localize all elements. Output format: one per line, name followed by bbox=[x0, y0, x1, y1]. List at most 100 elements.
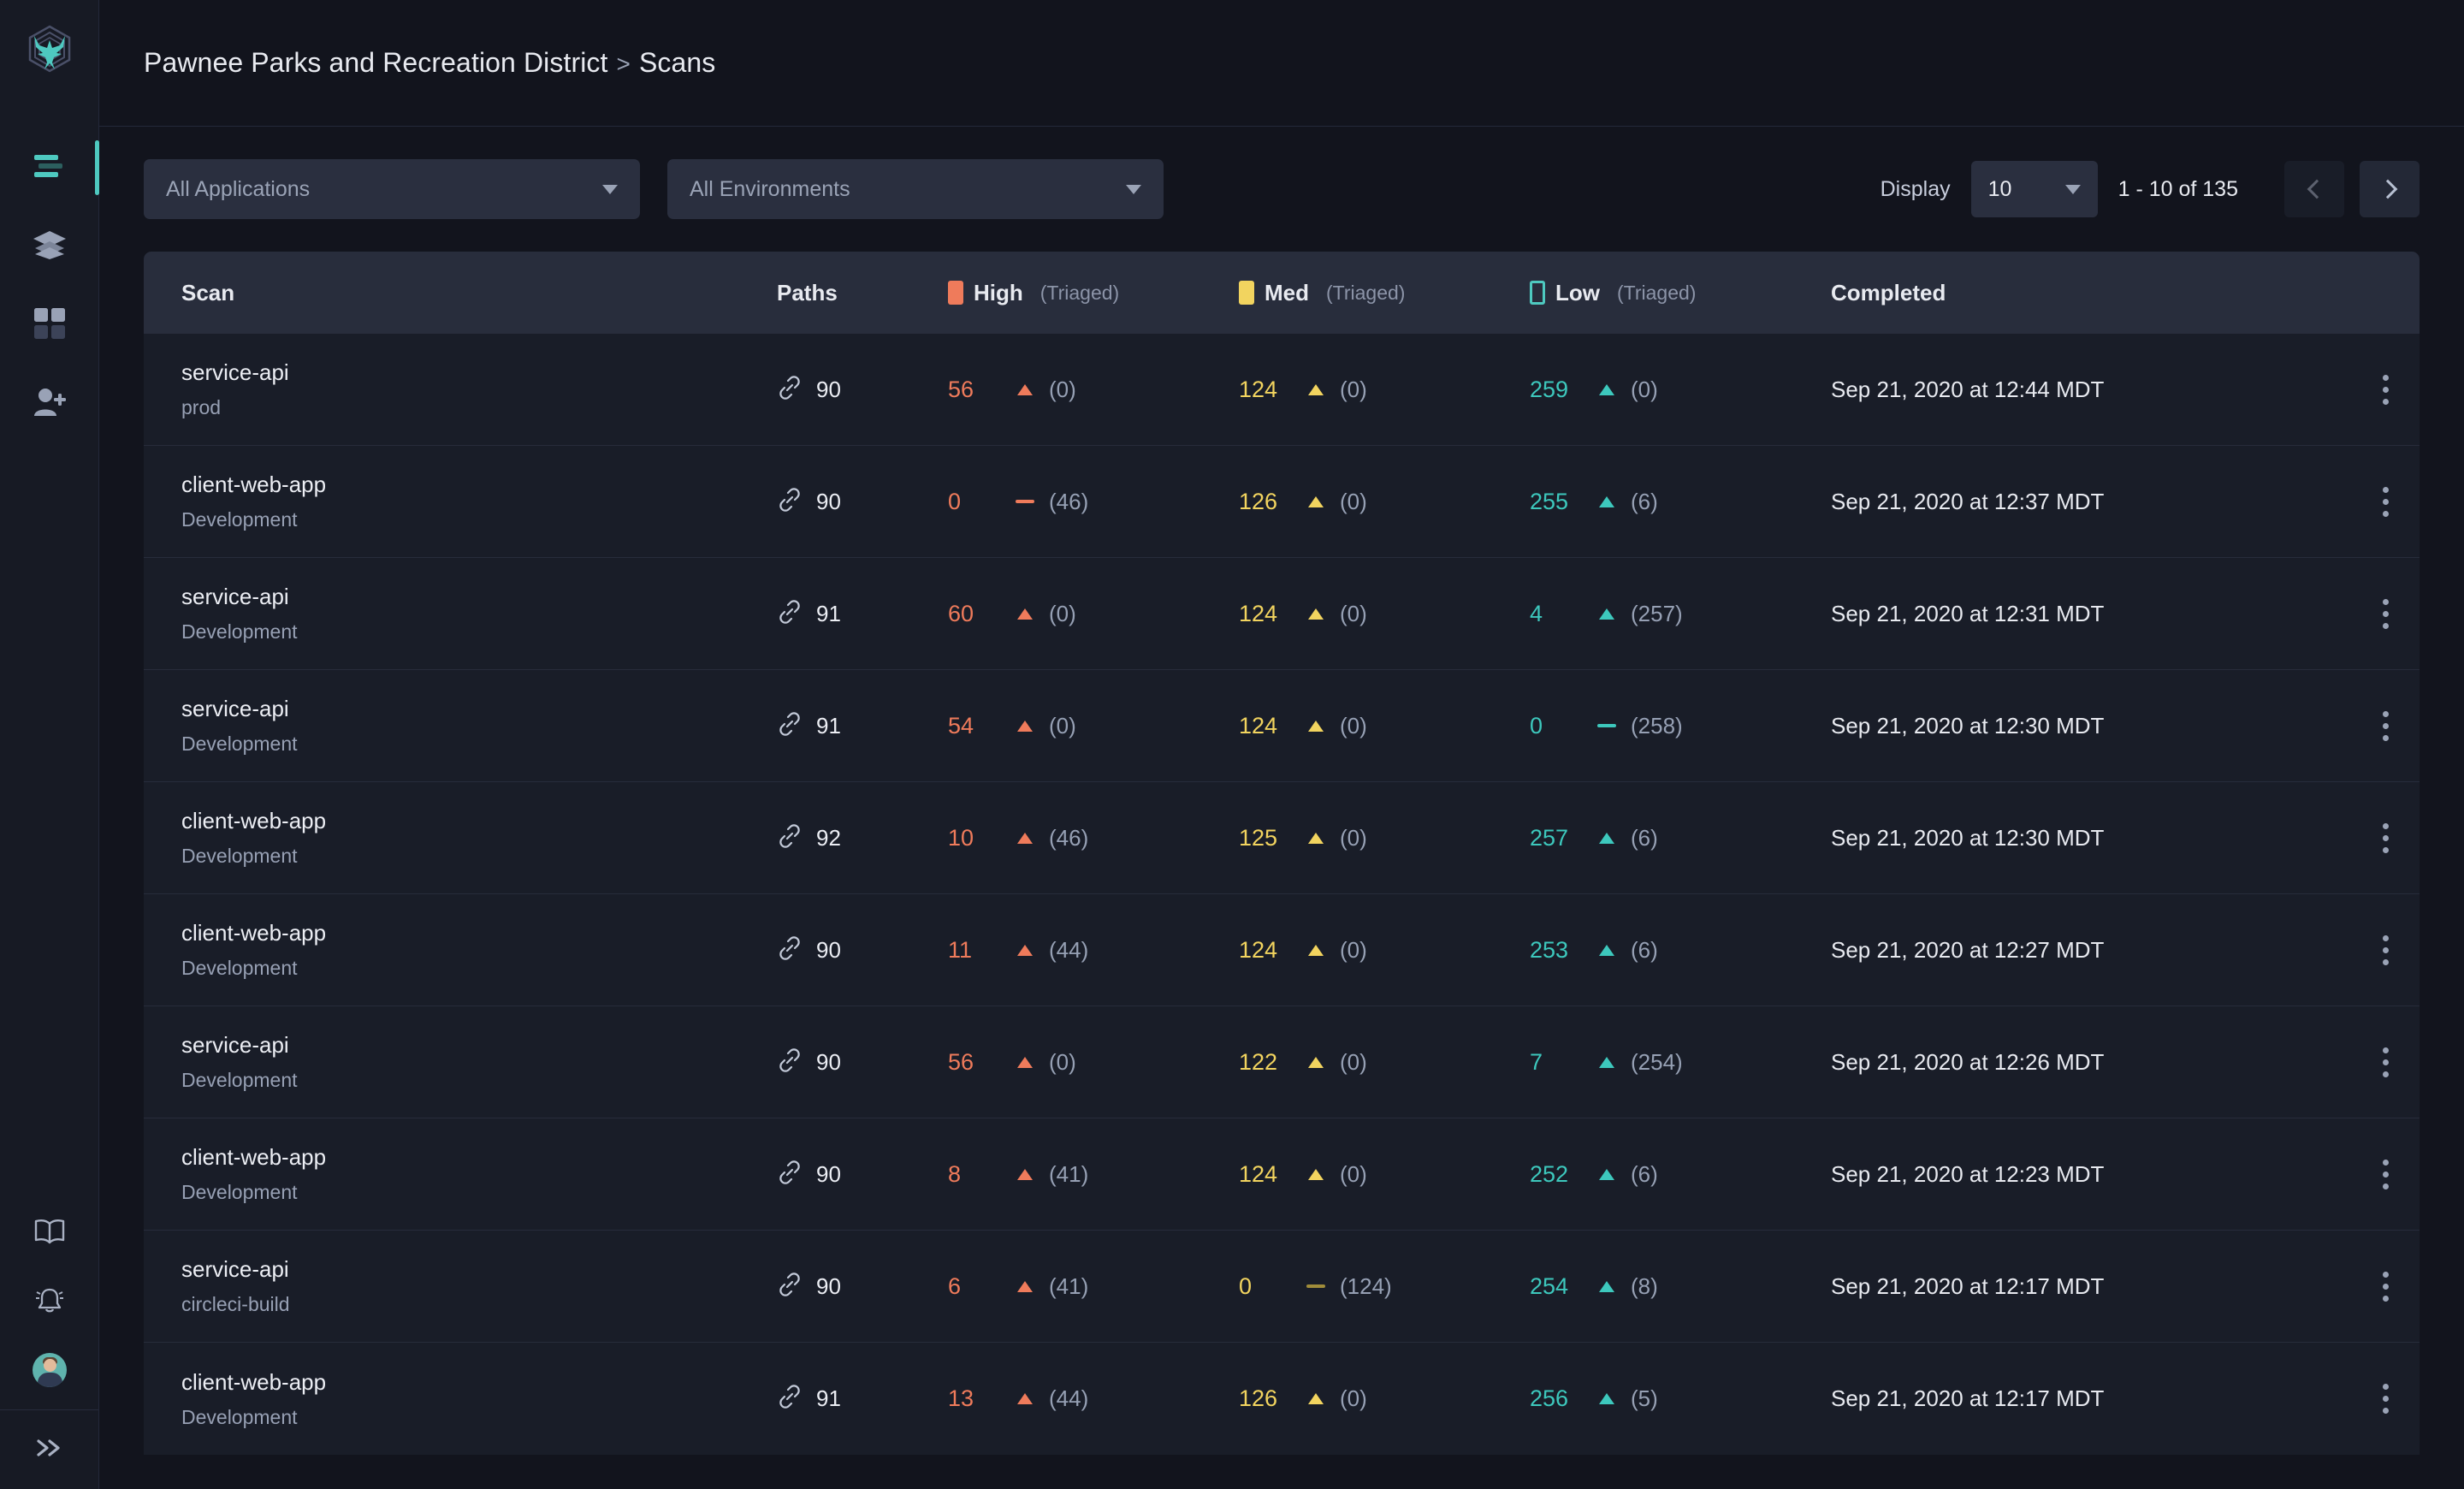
sidebar-item-applications[interactable] bbox=[0, 207, 98, 286]
completed-timestamp: Sep 21, 2020 at 12:31 MDT bbox=[1831, 600, 2105, 626]
table-row[interactable]: client-web-app Development 91 13 (44) 12… bbox=[144, 1343, 2420, 1455]
scan-name[interactable]: client-web-app bbox=[181, 1144, 777, 1171]
severity-low-swatch-icon bbox=[1530, 281, 1545, 305]
med-count: 126 bbox=[1239, 1385, 1278, 1411]
column-header-high[interactable]: High bbox=[974, 280, 1023, 306]
scan-name[interactable]: client-web-app bbox=[181, 472, 777, 498]
cell-scan: client-web-app Development bbox=[144, 1144, 777, 1204]
column-header-paths[interactable]: Paths bbox=[777, 280, 838, 306]
prev-page-button[interactable] bbox=[2284, 161, 2344, 217]
cell-low: 253 (6) bbox=[1530, 937, 1821, 964]
low-triaged-count: (6) bbox=[1631, 936, 1658, 963]
row-actions-button[interactable] bbox=[2351, 1384, 2420, 1414]
trend-up-icon bbox=[1308, 1168, 1324, 1180]
logo-wrap[interactable] bbox=[0, 0, 98, 101]
scan-name[interactable]: service-api bbox=[181, 1032, 777, 1059]
row-actions-button[interactable] bbox=[2351, 374, 2420, 405]
table-row[interactable]: client-web-app Development 90 11 (44) 12… bbox=[144, 894, 2420, 1006]
kebab-menu-icon bbox=[2382, 598, 2389, 629]
med-trend bbox=[1299, 1056, 1333, 1068]
breadcrumb-page: Scans bbox=[638, 47, 716, 78]
sidebar-item-documentation[interactable] bbox=[0, 1199, 98, 1267]
breadcrumb-org[interactable]: Pawnee Parks and Recreation District bbox=[144, 47, 608, 78]
table-row[interactable]: client-web-app Development 90 0 (46) 126… bbox=[144, 446, 2420, 558]
environment-filter-select[interactable]: All Environments bbox=[667, 159, 1164, 219]
sidebar-collapse-button[interactable] bbox=[0, 1410, 98, 1489]
cell-med: 124 (0) bbox=[1239, 601, 1530, 627]
med-trend bbox=[1299, 720, 1333, 732]
cell-med: 124 (0) bbox=[1239, 377, 1530, 403]
application-filter-select[interactable]: All Applications bbox=[144, 159, 640, 219]
row-actions-button[interactable] bbox=[2351, 1159, 2420, 1189]
sidebar-item-dashboard[interactable] bbox=[0, 286, 98, 365]
sidebar-item-profile[interactable] bbox=[0, 1336, 98, 1404]
column-header-low[interactable]: Low bbox=[1555, 280, 1600, 306]
sidebar-item-notifications[interactable] bbox=[0, 1267, 98, 1336]
scan-name[interactable]: client-web-app bbox=[181, 920, 777, 946]
trend-up-icon bbox=[1308, 383, 1324, 395]
scan-environment: Development bbox=[181, 1181, 298, 1203]
table-row[interactable]: service-api Development 91 54 (0) 124 (0… bbox=[144, 670, 2420, 782]
trend-up-icon bbox=[1308, 495, 1324, 507]
cell-completed: Sep 21, 2020 at 12:44 MDT bbox=[1821, 377, 2351, 403]
kebab-menu-icon bbox=[2382, 822, 2389, 853]
cell-high: 54 (0) bbox=[948, 713, 1239, 739]
scan-name[interactable]: service-api bbox=[181, 1256, 777, 1283]
row-actions-button[interactable] bbox=[2351, 1271, 2420, 1302]
scan-name[interactable]: service-api bbox=[181, 584, 777, 610]
trend-up-icon bbox=[1308, 944, 1324, 956]
row-actions-button[interactable] bbox=[2351, 1047, 2420, 1077]
row-actions-button[interactable] bbox=[2351, 486, 2420, 517]
trend-up-icon bbox=[1599, 495, 1614, 507]
scan-name[interactable]: client-web-app bbox=[181, 808, 777, 834]
low-trend bbox=[1590, 383, 1624, 395]
cell-scan: service-api Development bbox=[144, 696, 777, 756]
cell-high: 13 (44) bbox=[948, 1385, 1239, 1412]
link-icon bbox=[777, 823, 803, 853]
low-count: 4 bbox=[1530, 600, 1543, 626]
med-count: 122 bbox=[1239, 1048, 1278, 1075]
column-header-completed[interactable]: Completed bbox=[1831, 280, 1946, 306]
high-count: 6 bbox=[948, 1272, 962, 1299]
scan-name[interactable]: service-api bbox=[181, 696, 777, 722]
trend-up-icon bbox=[1017, 944, 1033, 956]
scan-environment: prod bbox=[181, 396, 222, 418]
trend-up-icon bbox=[1599, 944, 1614, 956]
cell-paths: 90 bbox=[777, 1047, 948, 1077]
table-row[interactable]: service-api Development 90 56 (0) 122 (0… bbox=[144, 1006, 2420, 1118]
low-count: 253 bbox=[1530, 936, 1569, 963]
trend-up-icon bbox=[1017, 720, 1033, 732]
table-row[interactable]: client-web-app Development 92 10 (46) 12… bbox=[144, 782, 2420, 894]
table-row[interactable]: client-web-app Development 90 8 (41) 124… bbox=[144, 1118, 2420, 1231]
high-triaged-count: (41) bbox=[1049, 1272, 1089, 1299]
low-triaged-count: (258) bbox=[1631, 712, 1683, 739]
med-count: 126 bbox=[1239, 488, 1278, 514]
high-triaged-count: (0) bbox=[1049, 376, 1076, 402]
scan-name[interactable]: client-web-app bbox=[181, 1369, 777, 1396]
table-row[interactable]: service-api circleci-build 90 6 (41) 0 (… bbox=[144, 1231, 2420, 1343]
link-icon bbox=[777, 1272, 803, 1302]
scan-name[interactable]: service-api bbox=[181, 359, 777, 386]
row-actions-button[interactable] bbox=[2351, 598, 2420, 629]
filters: All Applications All Environments bbox=[144, 159, 1164, 219]
table-row[interactable]: service-api Development 91 60 (0) 124 (0… bbox=[144, 558, 2420, 670]
kebab-menu-icon bbox=[2382, 1047, 2389, 1077]
column-header-scan[interactable]: Scan bbox=[181, 280, 234, 306]
link-icon bbox=[777, 935, 803, 965]
sidebar-item-users[interactable] bbox=[0, 365, 98, 443]
row-actions-button[interactable] bbox=[2351, 934, 2420, 965]
sidebar-item-scans[interactable] bbox=[0, 128, 99, 207]
page-size-select[interactable]: 10 bbox=[1970, 161, 2098, 217]
column-header-med[interactable]: Med bbox=[1265, 280, 1309, 306]
trend-up-icon bbox=[1017, 1393, 1033, 1404]
row-actions-button[interactable] bbox=[2351, 822, 2420, 853]
main-area: Pawnee Parks and Recreation District > Sca… bbox=[99, 0, 2464, 1489]
row-actions-button[interactable] bbox=[2351, 710, 2420, 741]
paths-count: 92 bbox=[816, 824, 841, 851]
cell-med: 122 (0) bbox=[1239, 1049, 1530, 1076]
cell-low: 259 (0) bbox=[1530, 377, 1821, 403]
chevron-down-icon bbox=[602, 184, 618, 194]
next-page-button[interactable] bbox=[2360, 161, 2420, 217]
table-row[interactable]: service-api prod 90 56 (0) 124 (0) 259 (… bbox=[144, 334, 2420, 446]
kebab-menu-icon bbox=[2382, 1384, 2389, 1414]
